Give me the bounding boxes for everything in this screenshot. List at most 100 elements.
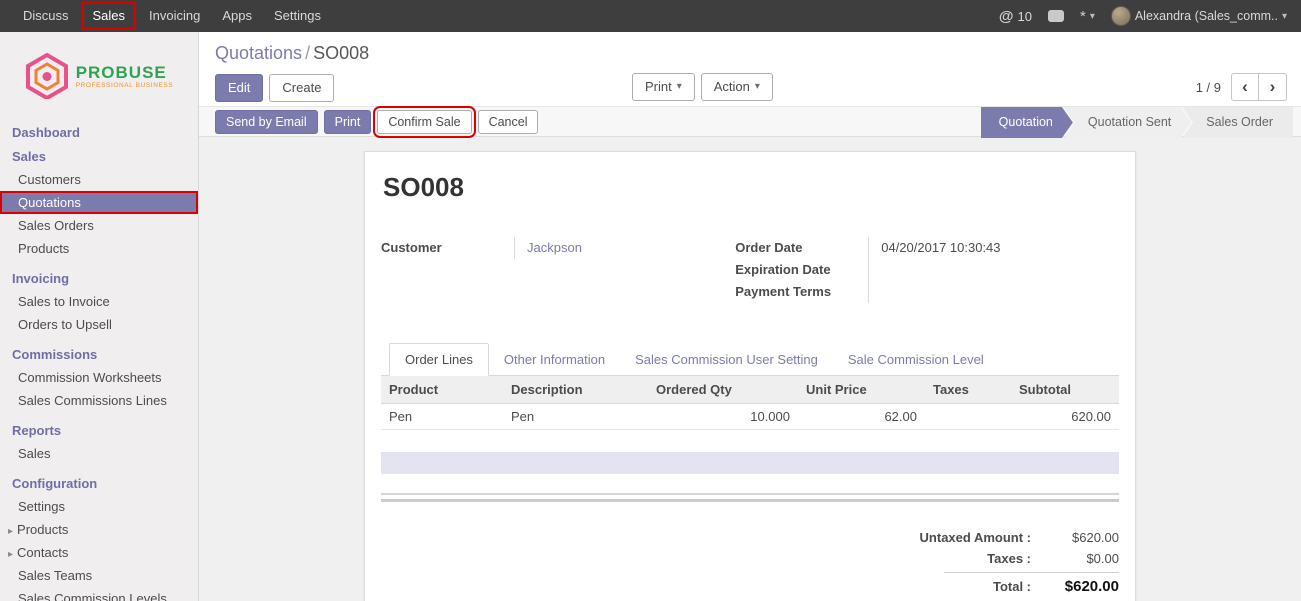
sidebar-item-invoicing[interactable]: Invoicing [0, 266, 198, 290]
chevron-down-icon: ▾ [677, 79, 682, 95]
cell-unit-price[interactable]: 62.00 [798, 404, 925, 430]
confirm-sale-button[interactable]: Confirm Sale [377, 110, 471, 134]
column-header-unit-price: Unit Price [798, 376, 925, 404]
pager-counter: 1 / 9 [1196, 80, 1221, 95]
sidebar-item-customers[interactable]: Customers [0, 168, 198, 191]
main-area: Quotations/SO008 Edit Create Print▾ Acti… [199, 0, 1301, 601]
sidebar-item-config-products[interactable]: ▸Products [0, 518, 198, 541]
sidebar-item-products[interactable]: Products [0, 237, 198, 260]
tab-sales-commission-user-setting[interactable]: Sales Commission User Setting [620, 344, 833, 375]
sidebar-item-configuration[interactable]: Configuration [0, 471, 198, 495]
logo-hexagon-icon [25, 53, 69, 99]
tab-order-lines[interactable]: Order Lines [389, 343, 489, 376]
at-icon: @ [999, 8, 1014, 25]
status-step-sales-order[interactable]: Sales Order [1182, 107, 1293, 138]
control-panel: Quotations/SO008 Edit Create Print▾ Acti… [199, 32, 1301, 106]
topbar-menu-invoicing[interactable]: Invoicing [138, 0, 211, 32]
print-dropdown-button[interactable]: Print▾ [632, 73, 695, 101]
avatar [1111, 6, 1131, 26]
status-steps: Quotation Quotation Sent Sales Order [981, 107, 1293, 138]
activities-button[interactable]: @ 10 [999, 8, 1032, 25]
logo-title: PROBUSE [76, 64, 174, 82]
field-group-right: Order Date 04/20/2017 10:30:43 Expiratio… [735, 237, 1119, 303]
print-button[interactable]: Print [324, 110, 372, 134]
column-header-taxes: Taxes [925, 376, 1011, 404]
topbar-menu-discuss[interactable]: Discuss [12, 0, 80, 32]
topbar-menus: Discuss Sales Invoicing Apps Settings [0, 0, 332, 32]
sidebar-section-reports: Reports Sales [0, 418, 198, 465]
sidebar-item-sales[interactable]: Sales [0, 144, 198, 168]
chevron-down-icon: ▾ [1090, 11, 1095, 22]
chevron-down-icon: ▾ [755, 79, 760, 95]
notebook-tabs: Order Lines Other Information Sales Comm… [381, 343, 1119, 376]
breadcrumb-quotations-link[interactable]: Quotations [215, 43, 302, 63]
order-date-value: 04/20/2017 10:30:43 [868, 237, 1119, 259]
expiration-date-label: Expiration Date [735, 259, 868, 281]
status-step-quotation-sent[interactable]: Quotation Sent [1064, 107, 1191, 138]
sidebar-item-sales-to-invoice[interactable]: Sales to Invoice [0, 290, 198, 313]
field-group-left: Customer Jackpson [381, 237, 735, 303]
action-dropdown-button[interactable]: Action▾ [701, 73, 773, 101]
pager-next-button[interactable]: › [1259, 73, 1287, 101]
sidebar-item-quotations[interactable]: Quotations [0, 191, 198, 214]
status-step-quotation[interactable]: Quotation [981, 107, 1073, 138]
breadcrumb-current: SO008 [313, 43, 369, 63]
cell-ordered-qty[interactable]: 10.000 [648, 404, 798, 430]
column-header-subtotal: Subtotal [1011, 376, 1119, 404]
customer-label: Customer [381, 237, 514, 259]
sidebar-item-sales-commissions-lines[interactable]: Sales Commissions Lines [0, 389, 198, 412]
cancel-button[interactable]: Cancel [478, 110, 539, 134]
sidebar-section-configuration: Configuration Settings ▸Products ▸Contac… [0, 471, 198, 601]
debug-menu-button[interactable]: * ▾ [1080, 8, 1095, 25]
cell-product[interactable]: Pen [381, 404, 503, 430]
sidebar-item-sales-commission-levels[interactable]: Sales Commission Levels [0, 587, 198, 601]
sidebar-section-dashboard: Dashboard [0, 120, 198, 144]
order-date-label: Order Date [735, 237, 868, 259]
create-button[interactable]: Create [269, 74, 334, 102]
payment-terms-value [868, 281, 1119, 303]
topbar-menu-sales[interactable]: Sales [82, 2, 137, 30]
section-divider [381, 493, 1119, 495]
cell-taxes[interactable] [925, 404, 1011, 430]
sidebar-item-orders-to-upsell[interactable]: Orders to Upsell [0, 313, 198, 336]
send-by-email-button[interactable]: Send by Email [215, 110, 318, 134]
expiration-date-value [868, 259, 1119, 281]
column-header-product: Product [381, 376, 503, 404]
breadcrumb-separator: / [302, 43, 313, 63]
edit-button[interactable]: Edit [215, 74, 263, 102]
tab-other-information[interactable]: Other Information [489, 344, 620, 375]
sidebar-item-sales-teams[interactable]: Sales Teams [0, 564, 198, 587]
sidebar-item-config-contacts[interactable]: ▸Contacts [0, 541, 198, 564]
sidebar-item-commissions[interactable]: Commissions [0, 342, 198, 366]
cell-subtotal[interactable]: 620.00 [1011, 404, 1119, 430]
sidebar-item-settings[interactable]: Settings [0, 495, 198, 518]
chevron-down-icon: ▾ [1282, 11, 1287, 22]
caret-right-icon: ▸ [8, 526, 13, 537]
cell-description[interactable]: Pen [503, 404, 648, 430]
column-header-description: Description [503, 376, 648, 404]
sidebar-item-reports-sales[interactable]: Sales [0, 442, 198, 465]
record-title: SO008 [383, 172, 1119, 203]
messages-button[interactable] [1048, 10, 1064, 22]
sidebar-item-commission-worksheets[interactable]: Commission Worksheets [0, 366, 198, 389]
customer-value-link[interactable]: Jackpson [514, 237, 735, 259]
untaxed-amount-label: Untaxed Amount : [920, 530, 1031, 545]
total-value: $620.00 [1031, 578, 1119, 595]
topbar-menu-settings[interactable]: Settings [263, 0, 332, 32]
section-divider [381, 499, 1119, 502]
tab-sale-commission-level[interactable]: Sale Commission Level [833, 344, 999, 375]
sidebar-item-reports[interactable]: Reports [0, 418, 198, 442]
table-row[interactable]: Pen Pen 10.000 62.00 620.00 [381, 404, 1119, 430]
table-header-row: Product Description Ordered Qty Unit Pri… [381, 376, 1119, 404]
pager: 1 / 9 ‹ › [1196, 73, 1287, 101]
sidebar-section-sales: Sales Customers Quotations Sales Orders … [0, 144, 198, 260]
sidebar-item-dashboard[interactable]: Dashboard [0, 120, 198, 144]
user-menu-button[interactable]: Alexandra (Sales_comm.. ▾ [1111, 6, 1287, 26]
logo-subtitle: PROFESSIONAL BUSINESS [76, 82, 174, 89]
sidebar-item-sales-orders[interactable]: Sales Orders [0, 214, 198, 237]
sidebar: PROBUSE PROFESSIONAL BUSINESS Dashboard … [0, 32, 199, 601]
pager-previous-button[interactable]: ‹ [1231, 73, 1259, 101]
total-divider [944, 572, 1119, 573]
topbar-menu-apps[interactable]: Apps [211, 0, 263, 32]
statusbar-buttons: Send by Email Print Confirm Sale Cancel [215, 110, 538, 134]
